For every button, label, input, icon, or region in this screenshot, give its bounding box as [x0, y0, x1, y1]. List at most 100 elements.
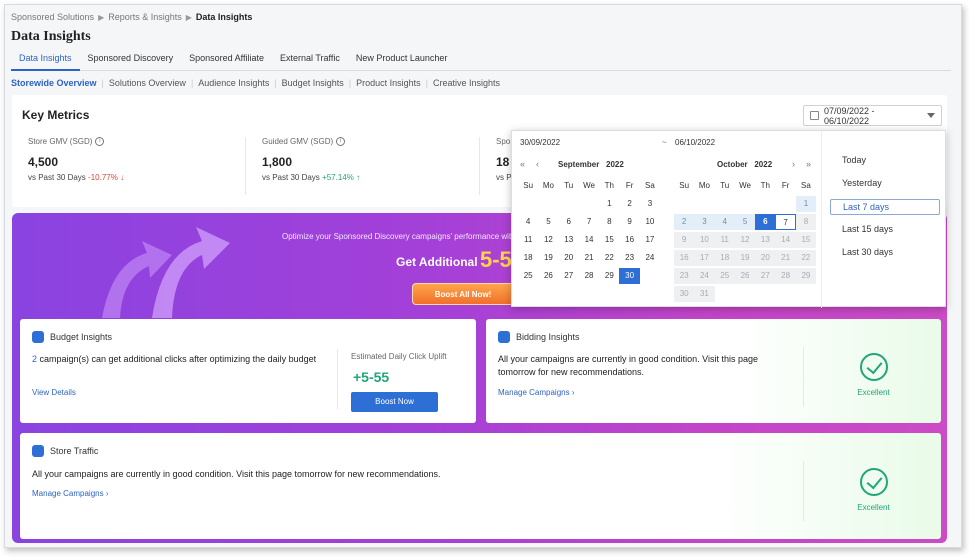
calendar-day[interactable]: 17: [640, 232, 660, 248]
calendar-day[interactable]: 7: [775, 214, 796, 230]
calendar-day[interactable]: 19: [538, 250, 558, 266]
calendar-day[interactable]: 18: [714, 250, 735, 266]
quick-range-last-30-days[interactable]: Last 30 days: [830, 245, 940, 268]
calendar-day[interactable]: 6: [559, 214, 579, 230]
subtab-product-insights[interactable]: Product Insights: [356, 78, 421, 88]
calendar-day[interactable]: 20: [755, 250, 776, 266]
calendar-day[interactable]: 5: [734, 214, 756, 230]
calendar-day[interactable]: 2: [619, 196, 639, 212]
breadcrumb-item[interactable]: Reports & Insights: [108, 12, 182, 22]
calendar-day[interactable]: 8: [795, 214, 817, 230]
tab-external-traffic[interactable]: External Traffic: [272, 50, 348, 71]
calendar-day[interactable]: 9: [674, 232, 695, 248]
calendar-day[interactable]: 24: [640, 250, 660, 266]
calendar-day[interactable]: 28: [775, 268, 796, 284]
calendar-day[interactable]: 29: [599, 268, 619, 284]
next-month-icon[interactable]: ›: [792, 159, 795, 169]
calendar-day[interactable]: 22: [599, 250, 619, 266]
calendar-day[interactable]: 31: [694, 286, 715, 302]
boost-now-button[interactable]: Boost Now: [351, 392, 438, 412]
quick-range-last-7-days[interactable]: Last 7 days: [830, 199, 940, 215]
calendar-day[interactable]: 9: [619, 214, 639, 230]
calendar-day[interactable]: 5: [538, 214, 558, 230]
calendar-day[interactable]: 11: [714, 232, 735, 248]
subtab-audience-insights[interactable]: Audience Insights: [198, 78, 269, 88]
calendar-day[interactable]: 23: [674, 268, 695, 284]
calendar-day[interactable]: 30: [674, 286, 695, 302]
calendar-day[interactable]: 21: [579, 250, 599, 266]
quick-range-yesterday[interactable]: Yesterday: [830, 176, 940, 199]
right-month[interactable]: October: [717, 160, 748, 169]
calendar-day[interactable]: 29: [795, 268, 817, 284]
status-excellent: Excellent: [841, 353, 906, 397]
quick-range-today[interactable]: Today: [830, 153, 940, 176]
next-year-icon[interactable]: »: [806, 159, 811, 169]
page-title: Data Insights: [11, 29, 91, 44]
calendar-day[interactable]: 27: [559, 268, 579, 284]
calendar-day[interactable]: 3: [694, 214, 715, 230]
info-icon[interactable]: i: [336, 137, 346, 146]
calendar-day[interactable]: 1: [599, 196, 619, 212]
calendar-day[interactable]: 16: [619, 232, 639, 248]
calendar-day[interactable]: 6: [755, 214, 776, 230]
subtab-storewide-overview[interactable]: Storewide Overview: [11, 78, 97, 88]
breadcrumb-item[interactable]: Sponsored Solutions: [11, 12, 94, 22]
calendar-day[interactable]: 13: [559, 232, 579, 248]
calendar-day[interactable]: 10: [640, 214, 660, 230]
calendar-day[interactable]: 13: [755, 232, 776, 248]
calendar-day[interactable]: 26: [538, 268, 558, 284]
view-details-link[interactable]: View Details: [32, 388, 76, 397]
calendar-day[interactable]: 4: [714, 214, 735, 230]
calendar-day[interactable]: 19: [734, 250, 756, 266]
calendar-day[interactable]: 17: [694, 250, 715, 266]
calendar-day[interactable]: 21: [775, 250, 796, 266]
calendar-day[interactable]: 26: [734, 268, 756, 284]
calendar-day[interactable]: 14: [775, 232, 796, 248]
calendar-day[interactable]: 25: [714, 268, 735, 284]
calendar-day[interactable]: 3: [640, 196, 660, 212]
calendar-day[interactable]: 12: [538, 232, 558, 248]
calendar-day[interactable]: 28: [579, 268, 599, 284]
calendar-day[interactable]: 15: [599, 232, 619, 248]
calendar-day[interactable]: 1: [795, 196, 817, 212]
right-year[interactable]: 2022: [754, 160, 772, 169]
manage-campaigns-link[interactable]: Manage Campaigns ›: [498, 388, 575, 397]
quick-range-last-15-days[interactable]: Last 15 days: [830, 222, 940, 245]
calendar-day[interactable]: 23: [619, 250, 639, 266]
calendar-day[interactable]: 16: [674, 250, 695, 266]
calendar-day[interactable]: 8: [599, 214, 619, 230]
start-date-input[interactable]: 30/09/2022: [520, 138, 560, 147]
calendar-day[interactable]: 30: [619, 268, 640, 284]
tab-new-product-launcher[interactable]: New Product Launcher: [348, 50, 456, 71]
subtab-budget-insights[interactable]: Budget Insights: [282, 78, 344, 88]
calendar-day[interactable]: 27: [755, 268, 776, 284]
prev-month-icon[interactable]: ‹: [536, 159, 539, 169]
calendar-day[interactable]: 20: [559, 250, 579, 266]
subtab-creative-insights[interactable]: Creative Insights: [433, 78, 500, 88]
calendar-day[interactable]: 14: [579, 232, 599, 248]
end-date-input[interactable]: 06/10/2022: [675, 138, 715, 147]
left-month[interactable]: September: [558, 160, 599, 169]
calendar-day[interactable]: 24: [694, 268, 715, 284]
calendar-day[interactable]: 2: [674, 214, 695, 230]
calendar-day[interactable]: 4: [518, 214, 538, 230]
calendar-day[interactable]: 25: [518, 268, 538, 284]
calendar-day[interactable]: 10: [694, 232, 715, 248]
calendar-day[interactable]: 15: [795, 232, 817, 248]
calendar-day[interactable]: 11: [518, 232, 538, 248]
tab-sponsored-discovery[interactable]: Sponsored Discovery: [80, 50, 182, 71]
prev-year-icon[interactable]: «: [520, 159, 525, 169]
tab-sponsored-affiliate[interactable]: Sponsored Affiliate: [181, 50, 272, 71]
weekday-label: Th: [760, 181, 770, 190]
subtab-solutions-overview[interactable]: Solutions Overview: [109, 78, 186, 88]
date-range-picker[interactable]: 07/09/2022 - 06/10/2022: [803, 105, 942, 126]
calendar-day[interactable]: 12: [734, 232, 756, 248]
info-icon[interactable]: i: [95, 137, 105, 146]
manage-campaigns-link[interactable]: Manage Campaigns ›: [32, 489, 109, 498]
calendar-day[interactable]: 18: [518, 250, 538, 266]
left-year[interactable]: 2022: [606, 160, 624, 169]
tab-data-insights[interactable]: Data Insights: [11, 50, 80, 71]
calendar-day[interactable]: 22: [795, 250, 817, 266]
calendar-day[interactable]: 7: [579, 214, 599, 230]
boost-all-button[interactable]: Boost All Now!: [412, 283, 514, 305]
